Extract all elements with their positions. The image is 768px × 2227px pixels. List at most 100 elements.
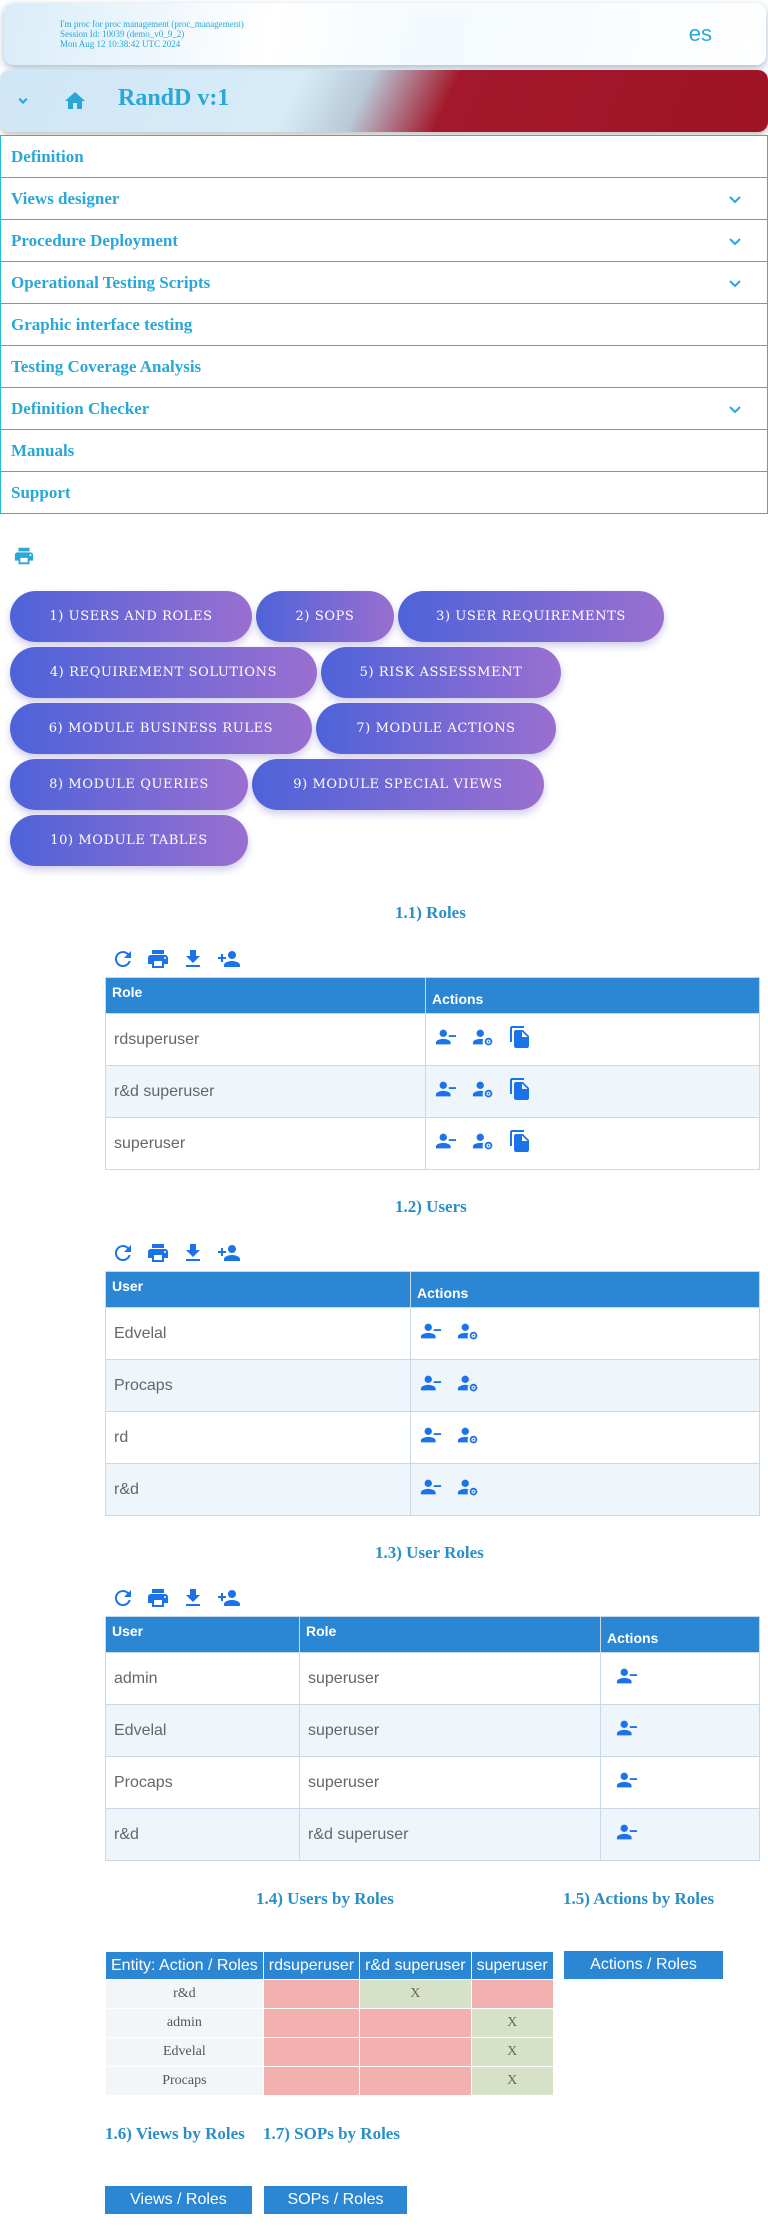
menu-item-definition[interactable]: Definition (0, 135, 768, 178)
user-settings-icon[interactable] (456, 1424, 480, 1451)
section-module-special-views[interactable]: 9) MODULE SPECIAL VIEWS (252, 759, 544, 810)
user-cell: rd (105, 1411, 411, 1464)
menu-item-label: Testing Coverage Analysis (11, 357, 202, 376)
table-row: r&d (105, 1463, 760, 1516)
menu-item-procedure-deployment[interactable]: Procedure Deployment (0, 219, 768, 262)
user-roles-table: User Role Actions admin superuser Edvela… (105, 1616, 760, 1861)
chevron-down-icon[interactable] (727, 235, 743, 253)
matrix-cell[interactable] (359, 2037, 472, 2067)
remove-user-icon[interactable] (434, 1130, 458, 1157)
section-users-and-roles[interactable]: 1) USERS AND ROLES (10, 591, 252, 642)
matrix-role-header: superuser (470, 1951, 554, 1980)
user-cell: Procaps (105, 1359, 411, 1412)
user-settings-icon[interactable] (471, 1026, 495, 1053)
matrix-cell[interactable] (262, 2008, 361, 2038)
menu-item-testing-coverage-analysis[interactable]: Testing Coverage Analysis (0, 345, 768, 388)
matrix-cell[interactable] (470, 1979, 554, 2009)
remove-user-icon[interactable] (419, 1372, 443, 1399)
add-user-icon[interactable] (216, 1586, 240, 1610)
section-module-tables[interactable]: 10) MODULE TABLES (10, 815, 248, 866)
sops-roles-button[interactable]: SOPs / Roles (264, 2186, 407, 2214)
menu-item-operational-testing-scripts[interactable]: Operational Testing Scripts (0, 261, 768, 304)
remove-user-icon[interactable] (615, 1772, 639, 1795)
section-module-queries[interactable]: 8) MODULE QUERIES (10, 759, 248, 810)
print-icon[interactable] (13, 545, 35, 572)
chevron-down-icon[interactable] (727, 403, 743, 421)
download-icon[interactable] (181, 1586, 205, 1610)
print-icon[interactable] (146, 947, 170, 971)
matrix-cell[interactable] (359, 2066, 472, 2096)
column-header-role: Role (105, 977, 426, 1014)
app-bar: RandD v:1 (0, 70, 768, 132)
session-user: I'm proc for proc management (proc_manag… (60, 19, 244, 29)
role-cell: superuser (299, 1652, 601, 1705)
matrix-cell[interactable] (262, 2037, 361, 2067)
main-menu: Definition Views designer Procedure Depl… (0, 135, 768, 514)
section-module-actions[interactable]: 7) MODULE ACTIONS (316, 703, 556, 754)
chevron-down-icon[interactable] (14, 92, 32, 115)
language-switch[interactable]: es (689, 21, 712, 47)
matrix-cell[interactable] (359, 2008, 472, 2038)
download-icon[interactable] (181, 947, 205, 971)
add-user-icon[interactable] (216, 947, 240, 971)
matrix-cell[interactable] (262, 1979, 361, 2009)
user-settings-icon[interactable] (456, 1476, 480, 1503)
menu-item-definition-checker[interactable]: Definition Checker (0, 387, 768, 430)
user-settings-icon[interactable] (456, 1320, 480, 1347)
table-row: Procaps superuser (105, 1756, 760, 1809)
user-roles-title: 1.3) User Roles (375, 1543, 484, 1562)
remove-user-icon[interactable] (434, 1078, 458, 1105)
remove-user-icon[interactable] (615, 1668, 639, 1691)
download-icon[interactable] (181, 1241, 205, 1265)
section-module-business-rules[interactable]: 6) MODULE BUSINESS RULES (10, 703, 312, 754)
user-cell: r&d (105, 1463, 411, 1516)
matrix-row: Edvelal X (105, 2037, 554, 2067)
column-header-user: User (105, 1271, 411, 1308)
matrix-cell[interactable]: X (470, 2037, 554, 2067)
remove-user-icon[interactable] (419, 1424, 443, 1451)
user-settings-icon[interactable] (471, 1130, 495, 1157)
matrix-cell[interactable] (262, 2066, 361, 2096)
views-by-roles-title: 1.6) Views by Roles (105, 2124, 245, 2143)
menu-item-graphic-interface-testing[interactable]: Graphic interface testing (0, 303, 768, 346)
remove-user-icon[interactable] (419, 1320, 443, 1347)
print-icon[interactable] (146, 1241, 170, 1265)
home-icon[interactable] (63, 89, 87, 118)
section-risk-assessment[interactable]: 5) RISK ASSESSMENT (321, 647, 561, 698)
menu-item-label: Definition Checker (11, 399, 150, 418)
user-settings-icon[interactable] (471, 1078, 495, 1105)
chevron-down-icon[interactable] (727, 277, 743, 295)
table-row: superuser (105, 1117, 760, 1170)
row-actions (419, 1424, 751, 1451)
copy-document-icon[interactable] (508, 1025, 532, 1054)
remove-user-icon[interactable] (615, 1824, 639, 1847)
print-icon[interactable] (146, 1586, 170, 1610)
menu-item-views-designer[interactable]: Views designer (0, 177, 768, 220)
section-user-requirements[interactable]: 3) USER REQUIREMENTS (398, 591, 664, 642)
matrix-corner-header: Entity: Action / Roles (105, 1951, 264, 1980)
matrix-cell[interactable]: X (359, 1979, 472, 2009)
matrix-cell[interactable]: X (470, 2008, 554, 2038)
user-cell: Edvelal (105, 1307, 411, 1360)
section-requirement-solutions[interactable]: 4) REQUIREMENT SOLUTIONS (10, 647, 317, 698)
copy-document-icon[interactable] (508, 1077, 532, 1106)
remove-user-icon[interactable] (419, 1476, 443, 1503)
refresh-icon[interactable] (111, 947, 135, 971)
section-sops[interactable]: 2) SOPS (256, 591, 394, 642)
matrix-cell[interactable]: X (470, 2066, 554, 2096)
add-user-icon[interactable] (216, 1241, 240, 1265)
menu-item-label: Operational Testing Scripts (11, 273, 211, 292)
views-roles-button[interactable]: Views / Roles (105, 2186, 252, 2214)
user-settings-icon[interactable] (456, 1372, 480, 1399)
remove-user-icon[interactable] (615, 1720, 639, 1743)
roles-toolbar (111, 947, 240, 971)
copy-document-icon[interactable] (508, 1129, 532, 1158)
session-info: I'm proc for proc management (proc_manag… (60, 19, 244, 49)
refresh-icon[interactable] (111, 1241, 135, 1265)
menu-item-support[interactable]: Support (0, 471, 768, 514)
actions-roles-button[interactable]: Actions / Roles (564, 1951, 723, 1979)
menu-item-manuals[interactable]: Manuals (0, 429, 768, 472)
refresh-icon[interactable] (111, 1586, 135, 1610)
remove-user-icon[interactable] (434, 1026, 458, 1053)
chevron-down-icon[interactable] (727, 193, 743, 211)
